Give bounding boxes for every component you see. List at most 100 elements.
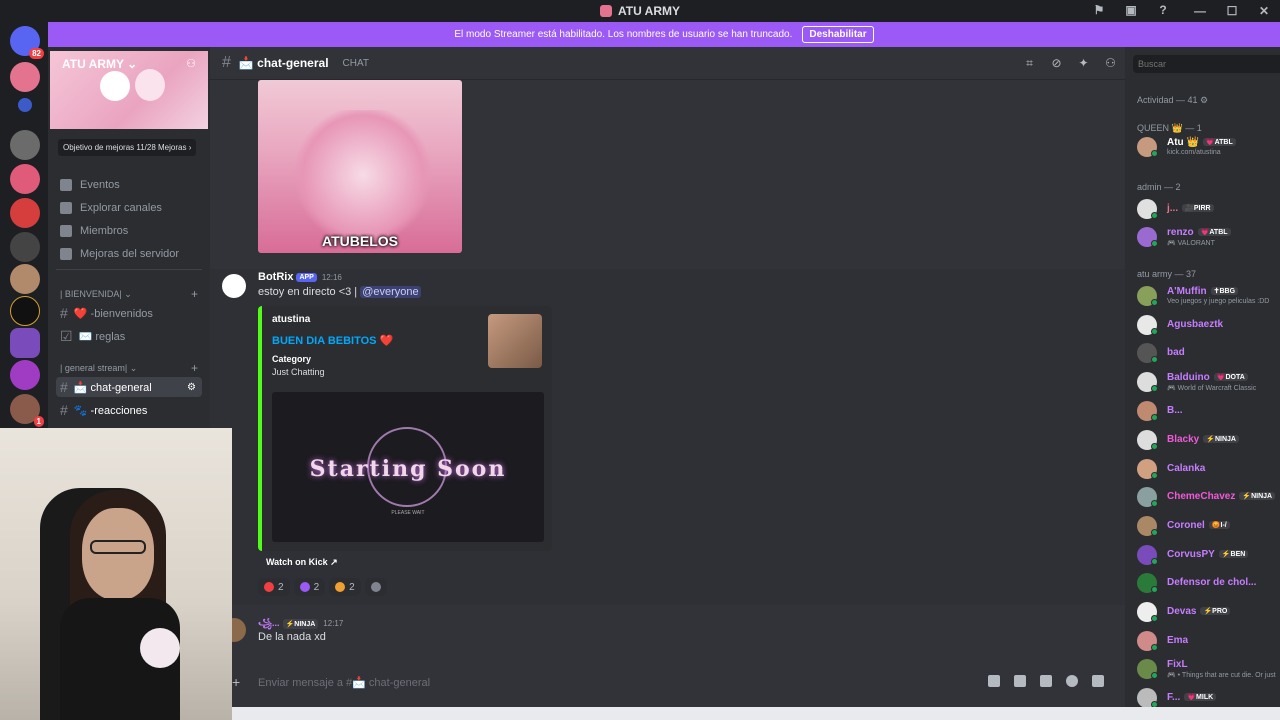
online-status-icon [1151, 472, 1158, 479]
flag-icon[interactable]: ⚑ [1092, 3, 1106, 17]
embed-thumbnail[interactable] [488, 314, 542, 368]
member-row[interactable]: Calanka [1137, 457, 1280, 481]
server-icon[interactable] [10, 296, 40, 326]
help-icon[interactable]: ? [1156, 3, 1170, 17]
reaction[interactable]: 2 [258, 578, 290, 596]
member-row[interactable]: B... [1137, 399, 1280, 423]
threads-icon[interactable]: ⌗ [1023, 57, 1036, 70]
reaction-count: 2 [349, 581, 355, 593]
timestamp: 12:16 [321, 273, 342, 282]
maximize-button[interactable]: ☐ [1216, 4, 1248, 18]
role-badge: ⚡NINJA [282, 618, 319, 629]
member-row[interactable]: Defensor de chol... [1137, 571, 1280, 595]
server-icon[interactable] [18, 98, 32, 112]
server-icon[interactable] [10, 328, 40, 358]
member-row[interactable]: A'Muffin ✝BBG Veo juegos y juego peliculas… [1137, 284, 1280, 308]
server-icon[interactable] [10, 130, 40, 160]
inbox-icon[interactable]: ▣ [1124, 3, 1138, 17]
hash-icon: # [60, 379, 68, 395]
channel-reglas[interactable]: ☑ ✉️ reglas [56, 326, 202, 346]
member-row[interactable]: Devas ⚡PRO [1137, 600, 1280, 624]
gift-icon[interactable] [988, 675, 1000, 687]
watch-on-kick-button[interactable]: Watch on Kick ↗ [258, 553, 346, 571]
gif-visual [288, 110, 438, 240]
message-author[interactable]: BotRix APP 12:16 [258, 271, 342, 283]
member-row[interactable]: renzo 💗ATBL 🎮 VALORANT [1137, 225, 1280, 249]
server-icon[interactable] [10, 62, 40, 92]
member-row[interactable]: FixL 🎮 • Things that are cut die. Or just [1137, 657, 1280, 681]
add-reaction-button[interactable] [364, 578, 387, 596]
member-row[interactable]: ChemeChavez ⚡NINJA [1137, 485, 1280, 509]
nav-browse-channels[interactable]: Explorar canales [60, 202, 162, 214]
online-status-icon [1151, 328, 1158, 335]
channel-bienvenidos[interactable]: # ❤️ -bienvenidos [56, 303, 202, 323]
server-icon[interactable] [10, 232, 40, 262]
avatar[interactable] [222, 274, 246, 298]
pin-icon[interactable]: ✦ [1077, 57, 1090, 70]
timestamp: 12:17 [323, 619, 344, 628]
category-general-stream[interactable]: | general stream| ⌄ [60, 363, 137, 374]
member-group-header: QUEEN 👑 — 1 [1137, 123, 1202, 133]
message-content: estoy en directo <3 | @everyone [258, 286, 421, 298]
nav-members[interactable]: Miembros [60, 225, 128, 237]
server-icon[interactable]: 1 [10, 394, 44, 427]
add-channel-icon[interactable]: + [191, 361, 198, 375]
invite-icon[interactable]: ⚇ [186, 57, 196, 70]
attach-plus-icon[interactable]: + [232, 674, 240, 690]
member-row[interactable]: Ema [1137, 629, 1280, 653]
channel-reacciones[interactable]: # 🐾 -reacciones [56, 400, 202, 420]
boost-goal[interactable]: Objetivo de mejoras 11/28 Mejoras › [58, 139, 197, 156]
sticker-icon[interactable] [1040, 675, 1052, 687]
nav-server-boosts[interactable]: Mejoras del servidor [60, 248, 179, 260]
server-icon[interactable] [10, 264, 40, 294]
emoji-icon[interactable] [1066, 675, 1078, 687]
server-icon[interactable] [10, 198, 40, 228]
online-status-icon [1151, 558, 1158, 565]
author-name: ꧁... [258, 618, 280, 628]
channel-chat-general[interactable]: # 📩 chat-general ⚙ [56, 377, 202, 397]
embed-field-name: Category [272, 354, 312, 364]
add-channel-icon[interactable]: + [191, 287, 198, 301]
apps-icon[interactable] [1092, 675, 1104, 687]
message-composer[interactable]: + Enviar mensaje a #📩 chat-general [226, 667, 1116, 697]
activity-header[interactable]: Actividad — 41 ⚙ [1137, 95, 1208, 106]
category-bienvenida[interactable]: | BIENVENIDA| ⌄ [60, 289, 132, 300]
nav-events[interactable]: Eventos [60, 179, 120, 191]
online-status-icon [1151, 150, 1158, 157]
minimize-button[interactable]: — [1184, 4, 1216, 18]
channel-label: 📩 chat-general [73, 381, 152, 394]
server-icon[interactable] [10, 164, 40, 194]
member-row[interactable]: Coronel 😡I-/ [1137, 514, 1280, 538]
search-input[interactable] [1133, 55, 1280, 73]
member-name: F... 💗MILK [1167, 692, 1217, 703]
embed-title[interactable]: BUEN DIA BEBITOS ❤️ [272, 334, 393, 347]
everyone-mention[interactable]: @everyone [360, 286, 421, 298]
member-row[interactable]: Blacky ⚡NINJA [1137, 428, 1280, 452]
home-button[interactable]: 82 [10, 26, 44, 59]
gif-icon[interactable] [1014, 675, 1026, 687]
mute-icon[interactable]: ⊘ [1050, 57, 1063, 70]
disable-streamer-button[interactable]: Deshabilitar [802, 26, 874, 43]
member-row[interactable]: j... 🎥PIRR [1137, 197, 1280, 221]
member-row[interactable]: Atu 👑 💗ATBL kick.com/atustina [1137, 135, 1280, 159]
close-button[interactable]: ✕ [1248, 4, 1280, 18]
reaction[interactable]: 2 [293, 578, 326, 596]
embed-author[interactable]: atustina [272, 314, 310, 325]
online-status-icon [1151, 240, 1158, 247]
member-row[interactable]: Agusbaeztk [1137, 313, 1280, 337]
server-name-button[interactable]: ATU ARMY ⌄ [62, 57, 137, 71]
members-toggle-icon[interactable]: ⚇ [1104, 57, 1117, 70]
gif-attachment[interactable]: ATUBELOS [258, 80, 462, 253]
member-row[interactable]: bad [1137, 341, 1280, 365]
author-name: BotRix [258, 271, 294, 283]
reaction[interactable]: 2 [329, 578, 361, 596]
member-name: B... [1167, 405, 1183, 416]
server-icon[interactable] [10, 360, 40, 390]
embed-image[interactable]: Starting Soon PLEASE WAIT [272, 392, 544, 542]
member-row[interactable]: CorvusPY ⚡BEN [1137, 543, 1280, 567]
member-activity: 🎮 VALORANT [1167, 240, 1215, 247]
member-name: Agusbaeztk [1167, 319, 1224, 330]
settings-icon[interactable]: ⚙ [187, 382, 196, 393]
member-row[interactable]: Balduino 💗DOTA 🎮 World of Warcraft Classic [1137, 370, 1280, 394]
banner-text: El modo Streamer está habilitado. Los no… [454, 29, 793, 40]
